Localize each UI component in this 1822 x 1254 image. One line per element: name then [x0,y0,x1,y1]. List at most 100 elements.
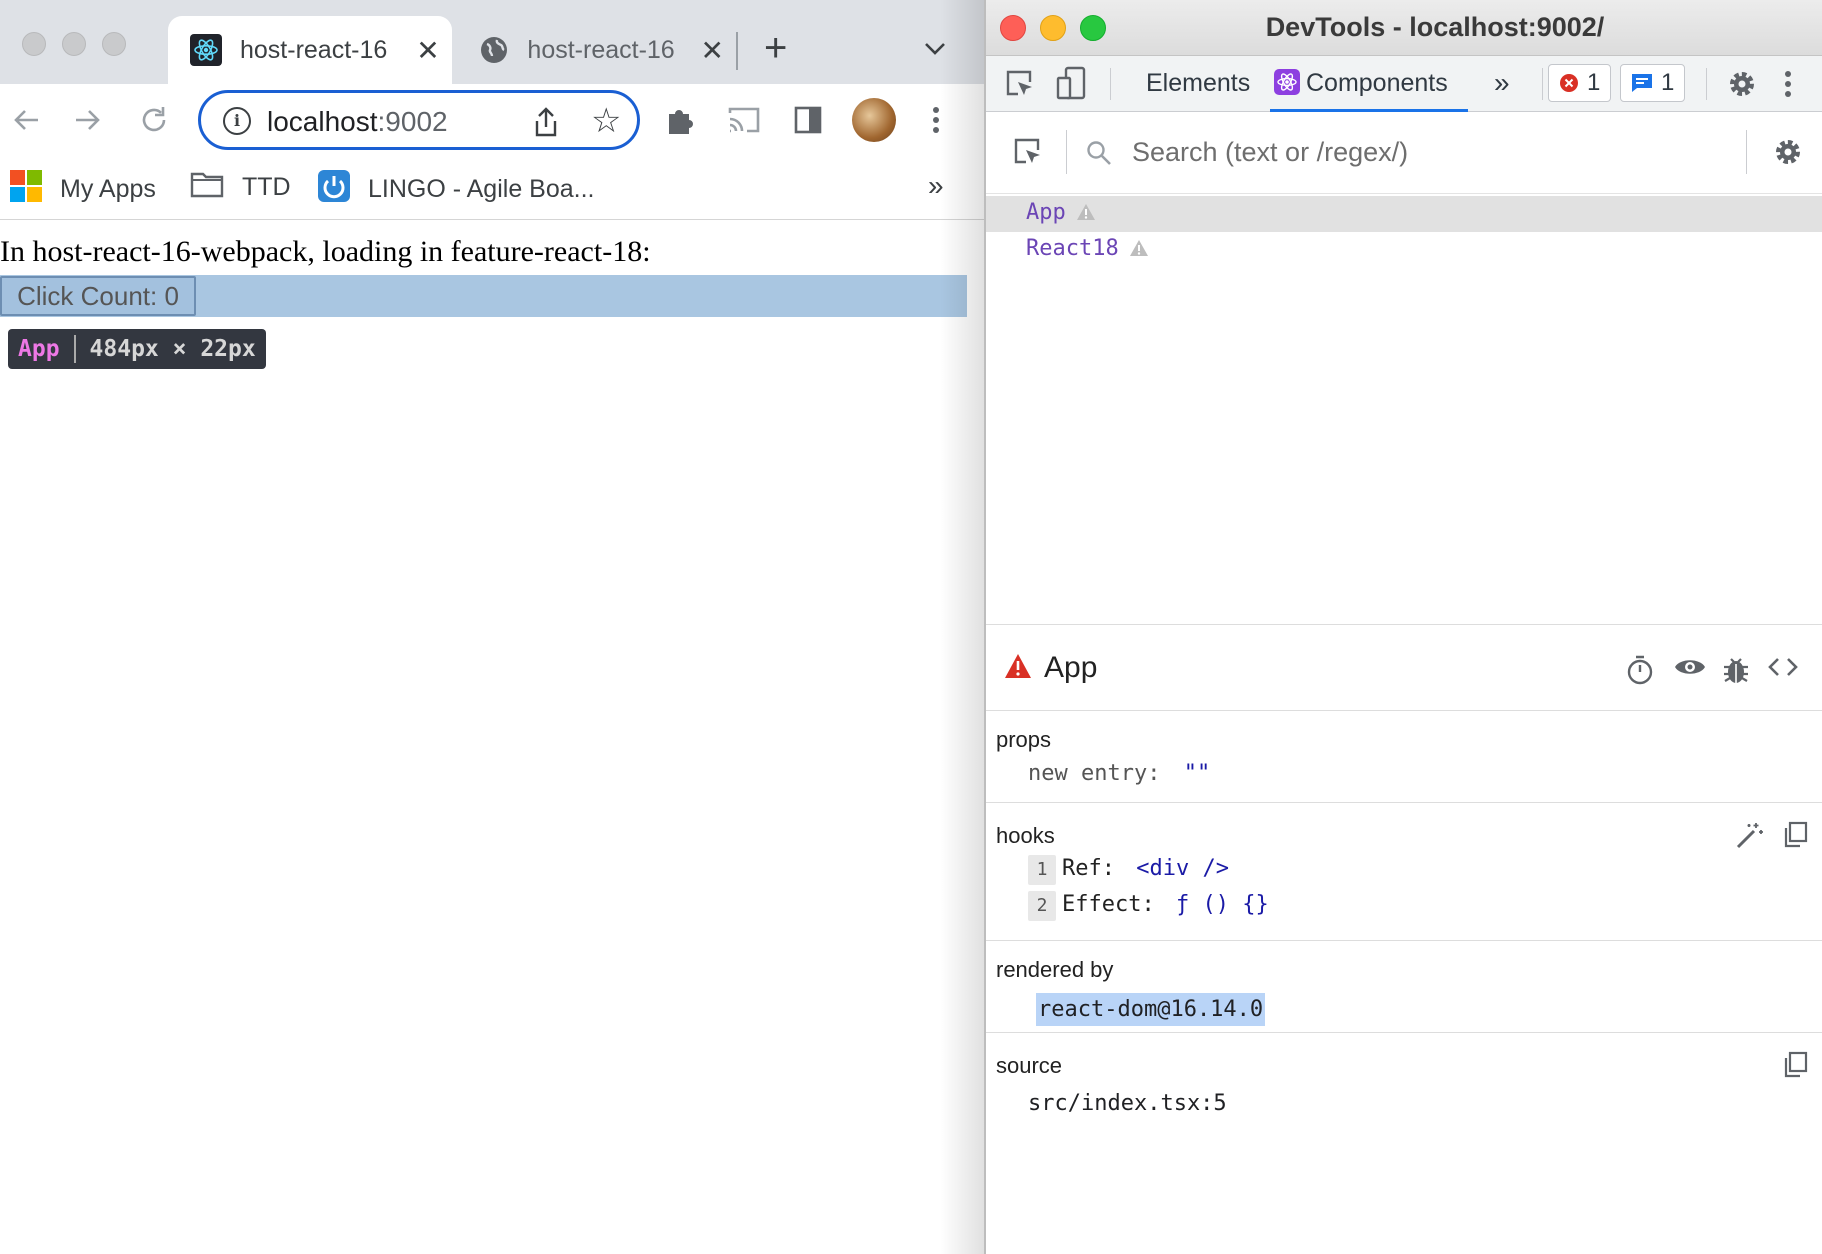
devtools-menu-kebab-icon[interactable] [1784,70,1792,103]
window-shadow [940,0,984,1254]
tree-node-label: App [1026,200,1096,227]
side-panel-icon[interactable] [790,102,826,138]
tab-title: host-react-16 [527,35,675,64]
window-zoom-light[interactable] [102,32,126,56]
toolbar-separator [1110,68,1111,100]
cast-icon[interactable] [726,102,762,138]
url-text: localhost:9002 [267,106,448,138]
tab-title: host-react-16 [240,35,388,64]
more-tabs-button[interactable]: » [1494,56,1510,112]
tree-node-label: React18 [1026,236,1149,263]
hook-key: Ref [1062,856,1102,881]
tab-divider [736,32,738,70]
prop-value[interactable]: "" [1184,761,1211,786]
bookmark-ttd[interactable]: TTD [190,170,291,205]
devtools-window: DevTools - localhost:9002/ Elements Comp… [984,0,1822,1254]
component-settings-gear-icon[interactable] [1772,136,1804,173]
log-to-console-bug-icon[interactable] [1722,655,1750,690]
tree-node-app[interactable]: App [986,196,1822,232]
error-count-badge[interactable]: 1 [1548,64,1612,102]
microsoft-apps-icon [10,170,42,209]
window-close-light[interactable] [22,32,46,56]
hook-value: ƒ () {} [1175,892,1269,917]
copy-hooks-icon[interactable] [1782,821,1808,854]
search-separator [1746,130,1747,174]
url-port: :9002 [377,106,448,137]
rendered-by-section: rendered by react-dom@16.14.0 [986,941,1822,1033]
tab-host-react-active[interactable]: host-react-16 ✕ [168,16,452,84]
rendered-by-title: rendered by [996,957,1114,982]
inspect-dom-eye-icon[interactable] [1674,655,1706,684]
hook-key: Effect [1062,892,1142,917]
message-count-badge[interactable]: 1 [1620,64,1686,102]
inspected-element-header: App [986,625,1822,711]
react-icon [190,34,222,66]
tab-close-icon[interactable]: ✕ [699,34,726,67]
bookmarks-bar: My Apps TTD LINGO - Agile Boa... » [0,156,984,220]
select-component-icon[interactable] [1012,136,1044,173]
new-tab-button[interactable]: + [764,26,787,70]
share-icon[interactable] [531,105,561,144]
search-icon [1086,140,1112,171]
warning-triangle-icon [1129,238,1149,263]
suspend-timer-icon[interactable] [1626,655,1654,690]
tab-close-icon[interactable]: ✕ [414,34,442,67]
devtools-titlebar: DevTools - localhost:9002/ [986,0,1822,56]
tooltip-component-name: App [18,336,60,362]
tab-host-react-inactive[interactable]: host-react-16 ✕ [456,16,726,84]
bookmark-my-apps[interactable]: My Apps [10,170,156,209]
copy-source-icon[interactable] [1782,1051,1808,1084]
forward-arrow-icon[interactable] [70,102,106,138]
click-count-button[interactable]: Click Count: 0 [0,276,196,316]
renderer-package[interactable]: react-dom@16.14.0 [1036,993,1266,1026]
error-count: 1 [1587,69,1601,96]
bookmark-lingo[interactable]: LINGO - Agile Boa... [318,170,595,209]
source-location[interactable]: src/index.tsx:5 [1028,1091,1227,1116]
hook-index: 2 [1028,891,1056,921]
profile-avatar[interactable] [852,98,896,142]
devtools-settings-gear-icon[interactable] [1726,68,1758,105]
bookmark-star-icon[interactable]: ☆ [591,101,621,141]
search-separator [1066,130,1067,174]
error-triangle-icon [1004,653,1032,684]
hook-value: <div /> [1136,856,1229,881]
react-components-icon [1274,69,1300,95]
toolbar-separator [1706,68,1707,100]
bookmark-label: LINGO - Agile Boa... [368,175,595,203]
hook-index: 1 [1028,855,1056,885]
tree-node-name: App [1026,200,1066,225]
component-search-input[interactable] [1132,132,1712,172]
url-host: localhost [267,106,378,137]
inspected-component-name: App [1044,651,1098,684]
bookmark-label: My Apps [60,175,156,203]
extensions-puzzle-icon[interactable] [662,102,698,138]
lingo-power-icon [318,170,350,209]
browser-window: host-react-16 ✕ host-react-16 ✕ + i loca [0,0,984,1254]
hooks-section: hooks 1 Ref: <div /> 2 Effect: ƒ () {} [986,803,1822,941]
error-circle-icon [1559,73,1579,93]
tooltip-dimensions: 484px × 22px [89,336,256,362]
devtools-window-title: DevTools - localhost:9002/ [1265,12,1605,42]
tree-node-name: React18 [1026,236,1119,261]
page-heading-text: In host-react-16-webpack, loading in fea… [0,235,651,268]
message-icon [1631,73,1653,93]
hooks-title: hooks [996,823,1055,848]
hook-row[interactable]: 2 Effect: ƒ () {} [1028,891,1269,921]
tab-elements[interactable]: Elements [1146,56,1250,112]
back-arrow-icon[interactable] [8,102,44,138]
site-info-icon[interactable]: i [223,107,251,135]
prop-row[interactable]: new entry: "" [1028,761,1210,786]
tree-node-react18[interactable]: React18 [986,232,1822,268]
inspect-element-icon[interactable] [1004,68,1036,105]
tab-components[interactable]: Components [1270,56,1468,112]
device-toolbar-icon[interactable] [1056,66,1088,105]
view-source-code-icon[interactable] [1768,655,1798,684]
parse-hook-names-wand-icon[interactable] [1734,821,1764,856]
hook-row[interactable]: 1 Ref: <div /> [1028,855,1229,885]
source-section: source src/index.tsx:5 [986,1033,1822,1133]
window-minimize-light[interactable] [62,32,86,56]
address-bar[interactable]: i localhost:9002 ☆ [198,90,640,150]
component-inspect-tooltip: App 484px × 22px [8,329,266,369]
reload-icon[interactable] [136,102,172,138]
tab-strip: host-react-16 ✕ host-react-16 ✕ + [0,0,984,84]
